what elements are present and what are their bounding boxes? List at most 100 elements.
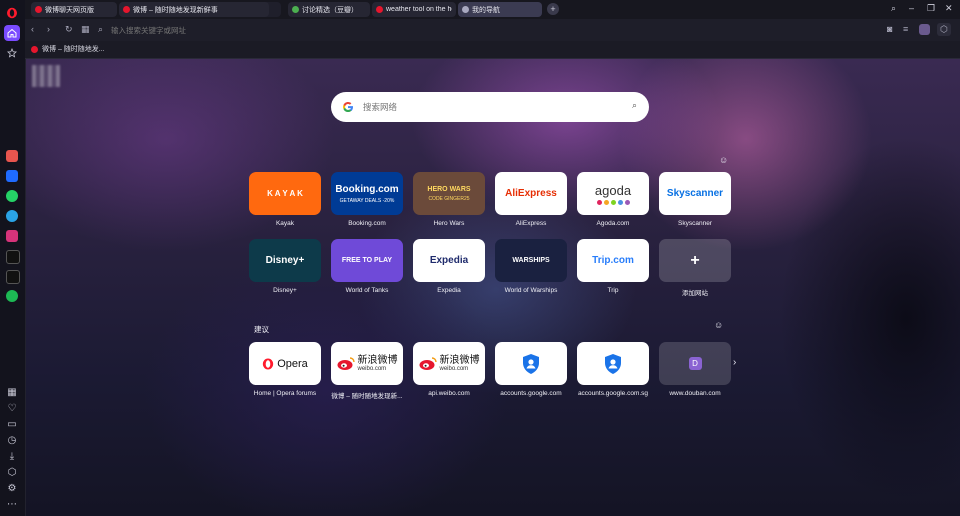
aria-app-icon[interactable] <box>6 150 18 162</box>
more-button[interactable]: ⋯ <box>4 496 20 512</box>
suggestions-settings-icon[interactable]: ☺ <box>714 320 723 330</box>
browser-sidebar: ▦ ♡ ▭ ◷ ⤓ ⬡ ⚙ ⋯ <box>0 0 26 516</box>
speed_dial-tile[interactable]: K A Y A K <box>249 172 321 215</box>
favorites-button[interactable]: ♡ <box>4 400 20 416</box>
suggestions-tile[interactable]: D <box>659 342 731 385</box>
tile-logo-subtext: weibo.com <box>439 365 469 372</box>
tab-favicon-icon <box>376 6 383 13</box>
tab-favicon-icon <box>462 6 469 13</box>
minimize-button[interactable]: – <box>909 3 914 13</box>
tab-strip: 微博聊天网页版微博 – 随时随地发现新鲜事的个人讨论精选（豆瓣）weather … <box>25 0 960 19</box>
bookmarks-sidebar-button[interactable] <box>4 45 20 61</box>
messenger-app-icon[interactable] <box>6 170 18 182</box>
tab-label: 我的导航 <box>472 6 500 14</box>
tab-item[interactable]: 讨论精选（豆瓣） <box>288 2 370 17</box>
cube-icon: ⬡ <box>940 24 948 34</box>
history-button[interactable]: ◷ <box>4 432 20 448</box>
web-search-box[interactable]: ⌕ <box>331 92 649 122</box>
speed_dial-tile[interactable]: HERO WARS CODE GINGER25 <box>413 172 485 215</box>
tab-item[interactable]: weather tool on the ho <box>372 2 456 17</box>
speed_dial-tile[interactable]: Trip.com <box>577 239 649 282</box>
speed_dial-tile[interactable]: AliExpress <box>495 172 567 215</box>
whatsapp-app-icon[interactable] <box>6 190 18 202</box>
speed_dial-tile[interactable]: Skyscanner <box>659 172 731 215</box>
suggestions-tile[interactable] <box>495 342 567 385</box>
board-icon: ▭ <box>7 418 17 430</box>
weibo-logo-icon <box>419 357 437 370</box>
tab-item[interactable]: 微博聊天网页版 <box>31 2 117 17</box>
speed_dial-label: Skyscanner <box>678 220 712 227</box>
speed_dial-tile[interactable]: agoda <box>577 172 649 215</box>
weather-widget[interactable] <box>32 65 60 87</box>
pinboards-button[interactable]: ▭ <box>4 416 20 432</box>
profile-avatar[interactable] <box>919 24 930 35</box>
new-tab-button[interactable]: + <box>547 3 559 15</box>
tile-logo-text: Skyscanner <box>666 188 724 199</box>
speed_dial-tile[interactable]: + <box>659 239 731 282</box>
suggestions-tile[interactable]: 新浪微博 weibo.com <box>331 342 403 385</box>
x-app-icon[interactable] <box>6 270 20 284</box>
agoda-dot <box>617 199 623 205</box>
reload-button[interactable]: ↻ <box>65 24 73 35</box>
extensions-button[interactable]: ⬡ <box>4 464 20 480</box>
settings-button[interactable]: ⚙ <box>4 480 20 496</box>
tab-label: 微博聊天网页版 <box>45 6 94 14</box>
tile-logo-text: Trip.com <box>592 255 634 266</box>
search-icon: ⌕ <box>891 3 897 13</box>
tab-item[interactable]: 微博 – 随时随地发现新鲜事 <box>119 2 269 17</box>
home-button[interactable] <box>4 25 20 41</box>
navigation-bar: ‹ › ↻ ▦ ⌕ ◙ ≡ ⬡ <box>25 19 960 41</box>
speed_dial-tile[interactable]: WARSHIPS <box>495 239 567 282</box>
extensions-toolbar-button[interactable]: ⬡ <box>937 23 951 36</box>
forward-button[interactable]: › <box>47 24 50 34</box>
speed_dial-tile[interactable]: Expedia <box>413 239 485 282</box>
tab-favicon-icon <box>35 6 42 13</box>
tile-logo-text: + <box>690 251 700 269</box>
speed_dial-tile[interactable]: Booking.com GETAWAY DEALS -20% <box>331 172 403 215</box>
snapshot-button[interactable]: ◙ <box>887 24 892 34</box>
tile-logo-text: Disney+ <box>265 255 305 266</box>
address-search-icon: ⌕ <box>98 24 104 34</box>
download-icon: ⤓ <box>9 450 15 462</box>
google-logo-icon <box>343 102 353 112</box>
weibo-logo-wrap: 新浪微博 weibo.com <box>337 355 398 372</box>
telegram-app-icon[interactable] <box>6 210 18 222</box>
suggestions-tile[interactable]: Opera <box>249 342 321 385</box>
easy-setup-button[interactable]: ≡ <box>903 24 908 34</box>
back-button[interactable]: ‹ <box>31 24 34 34</box>
downloads-button[interactable]: ⤓ <box>4 448 20 464</box>
tiktok-app-icon[interactable] <box>6 250 20 264</box>
suggestions-label: www.douban.com <box>669 390 721 397</box>
search-input[interactable] <box>363 100 613 114</box>
suggestions-tile[interactable]: 新浪微博 weibo.com <box>413 342 485 385</box>
close-window-button[interactable]: ✕ <box>945 3 953 14</box>
tile-logo-text: Opera <box>277 357 308 370</box>
agoda-dot <box>624 199 630 205</box>
reload-icon: ↻ <box>65 24 73 34</box>
menu-lines-icon: ≡ <box>903 24 909 34</box>
camera-icon: ◙ <box>887 24 893 34</box>
search-icon[interactable]: ⌕ <box>632 100 637 111</box>
clock-icon: ◷ <box>7 434 17 446</box>
tab-search-button[interactable]: ⌕ <box>891 3 896 14</box>
suggestions-tile[interactable] <box>577 342 649 385</box>
instagram-app-icon[interactable] <box>6 230 18 242</box>
tab-label: 微博 – 随时随地发现新鲜事 <box>133 6 218 14</box>
opera-logo-icon <box>7 7 17 19</box>
opera-menu-button[interactable] <box>4 5 20 21</box>
speed_dial-tile[interactable]: Disney+ <box>249 239 321 282</box>
tile-logo-subtext: CODE GINGER25 <box>428 195 470 202</box>
address-input[interactable] <box>111 23 811 37</box>
next-suggestions-arrow[interactable]: › <box>733 357 736 368</box>
tab-item[interactable]: 我的导航 <box>458 2 542 17</box>
customize-speed-dial-icon[interactable]: ☺ <box>719 155 728 165</box>
weibo-logo-text-wrap: 新浪微博 weibo.com <box>358 355 398 372</box>
spotify-app-icon[interactable] <box>6 290 18 302</box>
home-icon <box>7 28 17 38</box>
speed_dial-tile[interactable]: FREE TO PLAY <box>331 239 403 282</box>
maximize-button[interactable]: ❐ <box>927 3 935 14</box>
bookmark-item[interactable]: 微博 – 随时随地发... <box>31 44 105 54</box>
bookmark-label: 微博 – 随时随地发... <box>42 46 105 53</box>
tab-grid-button[interactable]: ▦ <box>81 24 90 35</box>
workspaces-button[interactable]: ▦ <box>4 384 20 400</box>
